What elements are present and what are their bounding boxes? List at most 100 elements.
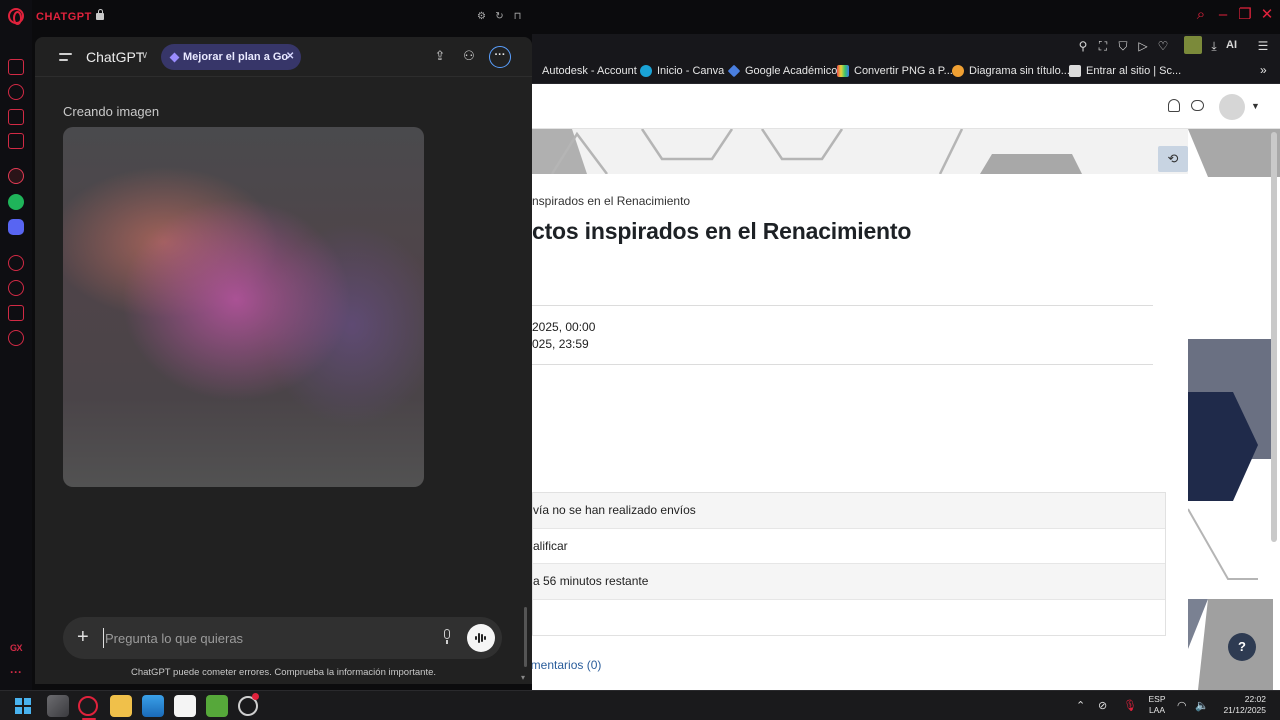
restore-icon[interactable]: ❐ xyxy=(1236,7,1254,23)
prompt-input[interactable] xyxy=(103,628,433,648)
bookmark-entrar-sitio[interactable]: Entrar al sitio | Sc... xyxy=(1069,64,1181,78)
file-explorer-icon[interactable] xyxy=(110,695,132,717)
due-date: 025, 23:59 xyxy=(532,337,589,351)
chevron-down-icon[interactable]: ▼ xyxy=(1251,101,1260,111)
gx-corner-icon[interactable]: GX xyxy=(10,643,23,653)
news-icon[interactable] xyxy=(8,59,24,75)
mail-icon[interactable] xyxy=(8,133,24,149)
page-header: ▼ xyxy=(532,84,1280,129)
upgrade-button[interactable]: Mejorar el plan a Go ✕ xyxy=(161,44,301,70)
notification-badge xyxy=(252,693,259,700)
heart-icon[interactable]: ♡ xyxy=(1156,39,1170,53)
player-icon[interactable] xyxy=(8,255,24,271)
ai-button[interactable]: AI xyxy=(1226,39,1237,51)
browser-toolbar: ⚲ ⛶ ⛉ ▷ ♡ ⤓ AI ☰ xyxy=(532,34,1280,58)
taskbar: ⌃ ⊘ 🎙 ESP LAA ◠ 🔈 22:02 21/12/2025 xyxy=(0,690,1280,720)
panel-title: CHATGPT xyxy=(36,11,92,23)
speed-icon[interactable] xyxy=(8,84,24,100)
chat-header: ChatGPT ∨ Mejorar el plan a Go ✕ ⇪ ⚇ ··· xyxy=(35,37,532,77)
comments-link[interactable]: omentarios (0) xyxy=(532,658,601,672)
chevron-up-icon[interactable]: ⌃ xyxy=(1076,699,1085,713)
bookmark-google-academico[interactable]: Google Académico xyxy=(727,64,837,78)
extensions-icon[interactable] xyxy=(8,305,24,321)
decorative-strip xyxy=(1188,129,1280,690)
breadcrumb[interactable]: nspirados en el Renacimiento xyxy=(532,194,690,208)
model-selector[interactable]: ChatGPT xyxy=(86,49,144,65)
chat-scrollbar[interactable] xyxy=(524,607,527,667)
disclaimer-text: ChatGPT puede cometer errores. Comprueba… xyxy=(130,667,437,678)
help-button[interactable]: ? xyxy=(1228,633,1256,661)
status-row: vía no se han realizado envíos xyxy=(533,493,1165,529)
chatgpt-icon[interactable] xyxy=(8,168,24,184)
opera-logo-icon[interactable] xyxy=(8,8,24,25)
store-icon[interactable] xyxy=(174,695,196,717)
snapshot-icon[interactable]: ⛶ xyxy=(1096,39,1110,53)
reload-icon[interactable]: ↻ xyxy=(494,11,505,22)
site-icon xyxy=(1069,65,1081,77)
voice-mode-button[interactable] xyxy=(467,624,495,652)
more-bookmarks-icon[interactable]: » xyxy=(1260,63,1267,77)
scholar-icon xyxy=(727,64,741,78)
extension-icon[interactable] xyxy=(1184,36,1202,54)
chatgpt-panel: ChatGPT ∨ Mejorar el plan a Go ✕ ⇪ ⚇ ···… xyxy=(35,37,532,684)
microphone-icon[interactable] xyxy=(442,629,452,645)
photos-icon[interactable] xyxy=(142,695,164,717)
add-person-icon[interactable]: ⚇ xyxy=(461,48,477,64)
search-icon[interactable]: ⌕ xyxy=(1192,7,1210,23)
plus-icon[interactable]: + xyxy=(77,626,89,648)
bookmarks-bar: Autodesk - Account Inicio - Canva Google… xyxy=(532,58,1280,84)
message-composer: + xyxy=(63,617,502,659)
creating-image-label: Creando imagen xyxy=(63,104,160,119)
chevron-down-icon[interactable]: ∨ xyxy=(141,50,148,61)
opera-gx-taskbar-icon[interactable] xyxy=(78,696,98,716)
status-row: a 56 minutos restante xyxy=(533,564,1165,600)
history-icon[interactable] xyxy=(8,280,24,296)
reset-view-button[interactable]: ⟲ xyxy=(1158,146,1188,172)
browser-sidebar: GX ··· xyxy=(0,0,32,690)
whatsapp-icon[interactable] xyxy=(8,194,24,210)
minimize-icon[interactable]: – xyxy=(1214,7,1232,23)
download-icon[interactable]: ⤓ xyxy=(1207,39,1221,53)
drawio-icon xyxy=(952,65,964,77)
share-icon[interactable]: ⇪ xyxy=(432,48,448,64)
divider xyxy=(532,305,1153,306)
task-view-icon[interactable] xyxy=(47,695,69,717)
divider xyxy=(532,364,1153,365)
submission-status-table: vía no se han realizado envíos alificar … xyxy=(532,492,1166,636)
wifi-icon[interactable]: ◠ xyxy=(1177,699,1187,713)
menu-icon[interactable]: ☰ xyxy=(1256,39,1270,53)
page-scrollbar[interactable] xyxy=(1271,132,1277,542)
generating-image-placeholder xyxy=(63,127,424,487)
microphone-icon[interactable]: 🎙 xyxy=(1123,699,1137,713)
more-icon[interactable]: ··· xyxy=(10,665,22,679)
bookmark-convertir-png[interactable]: Convertir PNG a P... xyxy=(837,64,953,78)
bookmark-diagrama[interactable]: Diagrama sin título... xyxy=(952,64,1070,78)
bookmark-canva[interactable]: Inicio - Canva xyxy=(640,64,724,78)
pin-tab-icon[interactable]: ⚲ xyxy=(1076,39,1090,53)
volume-icon[interactable]: 🔈 xyxy=(1195,699,1209,713)
lock-icon xyxy=(96,9,104,20)
more-options-button[interactable]: ··· xyxy=(489,46,511,68)
avatar[interactable] xyxy=(1219,94,1245,120)
pin-icon[interactable]: ⊓ xyxy=(512,11,523,22)
close-icon[interactable]: ✕ xyxy=(1258,7,1276,23)
language-indicator[interactable]: ESP LAA xyxy=(1148,694,1166,716)
settings-icon[interactable] xyxy=(8,330,24,346)
close-icon[interactable]: ✕ xyxy=(286,44,294,70)
messages-icon[interactable] xyxy=(1191,100,1204,111)
bookmark-autodesk[interactable]: Autodesk - Account xyxy=(542,64,637,78)
hidden-network-icon[interactable]: ⊘ xyxy=(1098,699,1107,713)
bot-icon[interactable] xyxy=(8,109,24,125)
settings-icon[interactable]: ⚙ xyxy=(476,11,487,22)
web-page: ▼ ⟲ nspirados en el Renacimiento ctos in… xyxy=(532,84,1280,690)
shield-icon[interactable]: ⛉ xyxy=(1116,39,1130,53)
canva-icon xyxy=(640,65,652,77)
play-icon[interactable]: ▷ xyxy=(1136,39,1150,53)
upgrade-label: Mejorar el plan a Go xyxy=(183,51,289,63)
sidebar-toggle-icon[interactable] xyxy=(59,53,72,61)
discord-icon[interactable] xyxy=(8,219,24,235)
bell-icon[interactable] xyxy=(1168,99,1180,112)
minecraft-icon[interactable] xyxy=(206,695,228,717)
windows-start-icon[interactable] xyxy=(15,698,31,714)
clock[interactable]: 22:02 21/12/2025 xyxy=(1212,694,1266,716)
